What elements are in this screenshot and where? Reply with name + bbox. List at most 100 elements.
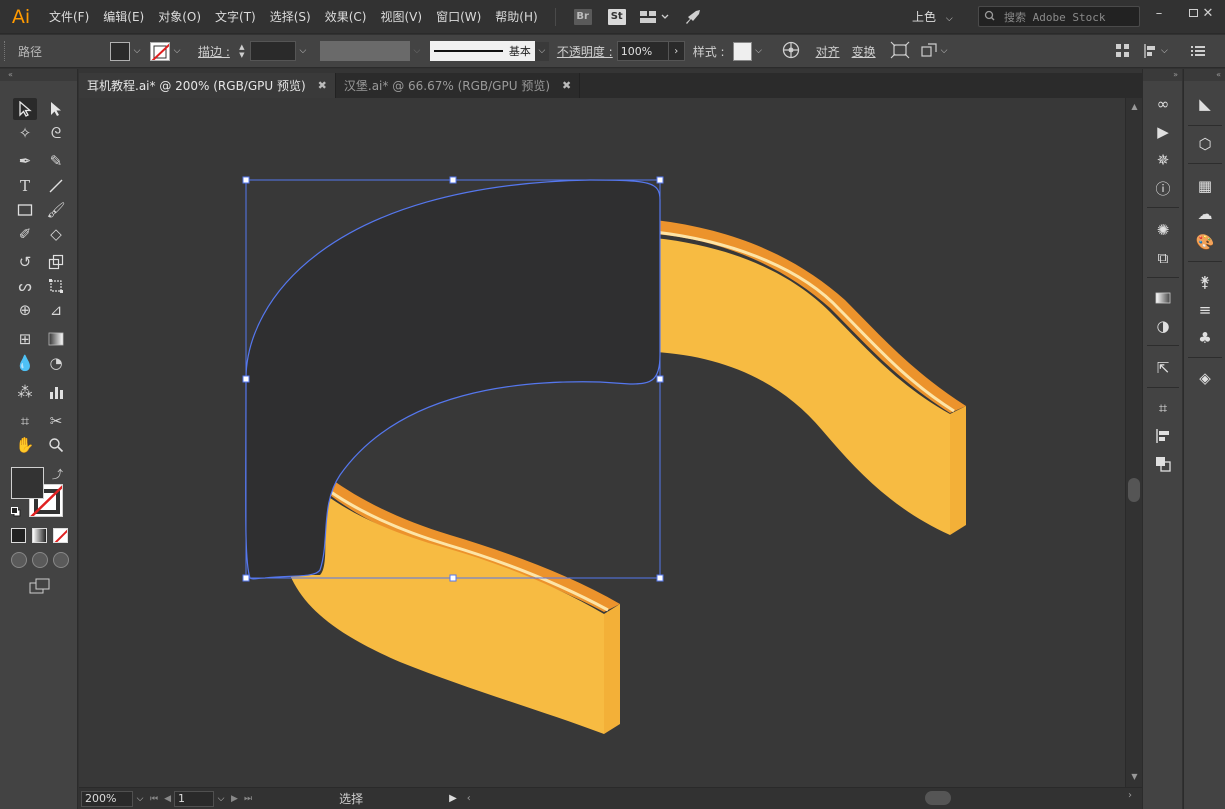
menu-type[interactable]: 文字(T)	[208, 0, 263, 34]
brushes-icon[interactable]: ⚵	[1193, 271, 1217, 293]
eyedropper-icon[interactable]: 💧	[13, 352, 37, 374]
scroll-right-icon[interactable]: ›	[1128, 790, 1132, 801]
graphic-style-swatch[interactable]	[732, 41, 752, 61]
close-icon[interactable]: ✖	[562, 79, 571, 92]
tab-earphone-doc[interactable]: 耳机教程.ai* @ 200% (RGB/GPU 预览) ✖	[79, 73, 336, 98]
layers-icon[interactable]: ◈	[1193, 367, 1217, 389]
collapse-panel-icon[interactable]: «	[1184, 69, 1225, 81]
scroll-up-icon[interactable]: ▲	[1126, 102, 1143, 111]
mesh-icon[interactable]: ⊞	[13, 328, 37, 350]
color-mode-icon[interactable]	[11, 528, 26, 543]
menu-window[interactable]: 窗口(W)	[429, 0, 488, 34]
menu-effect[interactable]: 效果(C)	[318, 0, 374, 34]
stroke-weights-icon[interactable]: ≡	[1193, 299, 1217, 321]
paintbrush-icon[interactable]: 🖌	[44, 199, 68, 221]
shaper-icon[interactable]: ✐	[13, 223, 37, 245]
artboard-canvas[interactable]	[79, 98, 1125, 787]
stroke-weight-stepper[interactable]: ▲ ▼	[236, 41, 248, 61]
brush-definition[interactable]: 基本	[429, 41, 535, 61]
screen-mode-icon[interactable]	[29, 578, 51, 597]
symbols-icon[interactable]: ♣	[1193, 327, 1217, 349]
menu-help[interactable]: 帮助(H)	[488, 0, 544, 34]
status-menu-icon[interactable]: ▶	[449, 793, 457, 804]
bridge-button[interactable]: Br	[573, 8, 592, 25]
menu-view[interactable]: 视图(V)	[373, 0, 429, 34]
swatches-icon[interactable]: ▦	[1193, 175, 1217, 197]
direct-selection-tool-icon[interactable]	[44, 98, 68, 120]
draw-inside-icon[interactable]	[53, 552, 69, 568]
opacity-label[interactable]: 不透明度 :	[557, 43, 613, 60]
vertical-scrollbar[interactable]: ▲ ▼	[1125, 98, 1142, 787]
chevron-down-icon[interactable]: ⌵	[170, 42, 184, 61]
export-icon[interactable]: ⇱	[1151, 357, 1175, 379]
fill-swatch[interactable]	[110, 41, 130, 61]
pen-icon[interactable]: ✒	[13, 150, 37, 172]
curvature-icon[interactable]: ✎	[44, 150, 68, 172]
draw-normal-icon[interactable]	[11, 552, 27, 568]
selection-tool-icon[interactable]	[13, 98, 37, 120]
swap-fill-stroke-icon[interactable]: ⤴	[52, 466, 63, 482]
line-icon[interactable]	[44, 175, 68, 197]
color-guide-icon[interactable]: ✺	[1151, 219, 1175, 241]
free-transform-icon[interactable]	[44, 275, 68, 297]
pathfinder-panel-icon[interactable]	[1151, 453, 1175, 475]
zoom-icon[interactable]	[44, 434, 68, 456]
vertical-scroll-thumb[interactable]	[1128, 478, 1140, 502]
color-panel-icon[interactable]: 🎨	[1193, 231, 1217, 253]
lasso-icon[interactable]: ᘓ	[44, 122, 68, 144]
actions-play-icon[interactable]: ▶	[1151, 121, 1175, 143]
creative-cloud-libraries-icon[interactable]: ☁	[1193, 203, 1217, 225]
chevron-right-icon[interactable]: ›	[668, 41, 685, 61]
gradient-panel-icon[interactable]	[1151, 287, 1175, 309]
align-button[interactable]: 对齐	[816, 43, 840, 60]
scroll-left-icon[interactable]: ‹	[467, 793, 471, 804]
default-fill-stroke-icon[interactable]	[11, 506, 21, 517]
stroke-panel-icon[interactable]: ◣	[1193, 93, 1217, 115]
hand-icon[interactable]: ✋	[13, 434, 37, 456]
artboard-icon[interactable]: ⌗	[13, 410, 37, 432]
opacity-field[interactable]: 100%	[616, 41, 669, 61]
transform-button[interactable]: 变换	[852, 43, 876, 60]
chevron-down-icon[interactable]: ⌵	[214, 791, 228, 807]
prev-artboard-icon[interactable]: ◀	[164, 794, 171, 804]
last-artboard-icon[interactable]: ⏭	[244, 794, 252, 804]
isolate-object-icon[interactable]	[890, 41, 910, 62]
tab-burger-doc[interactable]: 汉堡.ai* @ 66.67% (RGB/GPU 预览) ✖	[336, 73, 581, 98]
type-icon[interactable]: T	[13, 175, 37, 197]
artboard-number-field[interactable]: 1	[174, 790, 215, 807]
warp-icon[interactable]: ᔕ	[13, 275, 37, 297]
draw-behind-icon[interactable]	[32, 552, 48, 568]
chevron-down-icon[interactable]: ⌵	[296, 42, 310, 61]
zoom-field[interactable]: 200%	[81, 790, 133, 807]
rotate-icon[interactable]: ↺	[13, 251, 37, 273]
collapse-panel-icon[interactable]: «	[0, 69, 77, 81]
next-artboard-icon[interactable]: ▶	[231, 794, 238, 804]
3d-icon[interactable]: ⬡	[1193, 133, 1217, 155]
stock-button[interactable]: St	[607, 8, 626, 25]
stroke-swatch[interactable]	[150, 41, 170, 61]
transform-panel-icon[interactable]: ⧉	[1151, 247, 1175, 269]
blend-icon[interactable]: ◔	[44, 352, 68, 374]
info-icon[interactable]: ⓘ	[1151, 177, 1175, 199]
stroke-weight-field[interactable]	[249, 41, 296, 61]
perspective-icon[interactable]: ⊿	[44, 299, 68, 321]
links-icon[interactable]: ∞	[1151, 93, 1175, 115]
artboards-panel-icon[interactable]: ⌗	[1151, 397, 1175, 419]
slice-icon[interactable]: ✂	[44, 410, 68, 432]
menu-file[interactable]: 文件(F)	[42, 0, 96, 34]
chevron-down-icon[interactable]: ⌵	[130, 42, 144, 61]
menu-edit[interactable]: 编辑(E)	[96, 0, 151, 34]
stroke-label[interactable]: 描边 :	[198, 43, 230, 60]
minimize-button[interactable]: –	[1142, 0, 1176, 26]
first-artboard-icon[interactable]: ⏮	[150, 794, 158, 804]
transparency-icon[interactable]: ◑	[1151, 315, 1175, 337]
none-mode-icon[interactable]	[53, 528, 68, 543]
stock-search-input[interactable]: 搜索 Adobe Stock	[978, 6, 1140, 27]
align-options-icon[interactable]	[1114, 42, 1132, 63]
collapse-panel-icon[interactable]: »	[1143, 69, 1182, 81]
menu-select[interactable]: 选择(S)	[263, 0, 318, 34]
workspace-switcher[interactable]: 上色 ⌵	[912, 0, 953, 34]
variable-width-profile[interactable]	[319, 41, 410, 61]
magic-wand-icon[interactable]: ✧	[13, 122, 37, 144]
pathfinder-icon[interactable]: ⌵	[920, 42, 947, 60]
